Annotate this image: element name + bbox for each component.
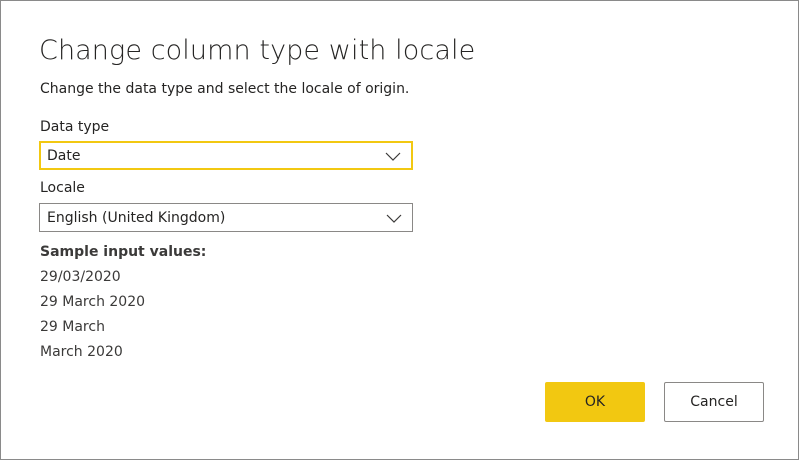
dialog-subtitle: Change the data type and select the loca…: [40, 81, 410, 97]
sample-value: 29/03/2020: [40, 269, 121, 285]
data-type-label: Data type: [40, 119, 110, 135]
chevron-down-icon: [385, 152, 401, 161]
locale-dropdown[interactable]: English (United Kingdom): [39, 203, 413, 232]
chevron-down-icon: [386, 214, 402, 223]
sample-input-values-label: Sample input values:: [40, 244, 207, 260]
sample-value: 29 March 2020: [40, 294, 146, 310]
sample-value: March 2020: [40, 344, 123, 360]
locale-value: English (United Kingdom): [47, 209, 226, 226]
data-type-value: Date: [47, 147, 81, 164]
ok-button[interactable]: OK: [545, 382, 645, 422]
sample-value: 29 March: [40, 319, 105, 335]
dialog-title: Change column type with locale: [39, 35, 476, 66]
change-column-type-dialog: Change column type with locale Change th…: [0, 0, 799, 460]
cancel-button[interactable]: Cancel: [664, 382, 764, 422]
data-type-dropdown[interactable]: Date: [39, 141, 413, 170]
locale-label: Locale: [40, 180, 85, 196]
